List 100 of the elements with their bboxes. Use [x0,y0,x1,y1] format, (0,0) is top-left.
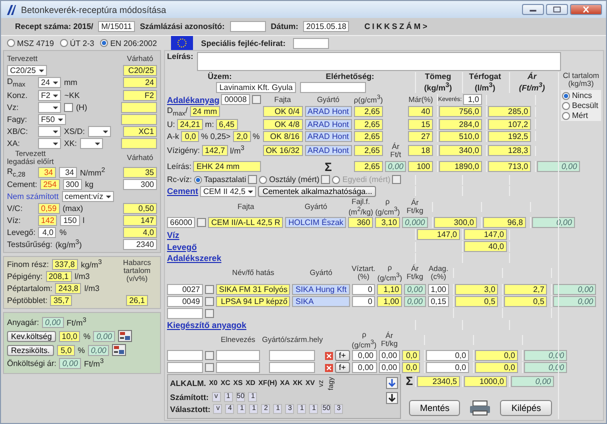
input-field[interactable] [216,350,260,362]
dropdown-field[interactable] [38,102,61,113]
input-field[interactable]: 0,00 [378,350,400,362]
radio-option[interactable]: Osztály (mért) [259,175,320,184]
input-field[interactable] [216,362,260,374]
input-field[interactable]: 150 [60,215,80,226]
input-field[interactable]: 0049 [167,296,203,307]
input-field[interactable] [269,362,316,374]
section-link[interactable]: Cement [167,186,198,196]
dropdown-field[interactable]: C20/25 [7,65,47,76]
input-field[interactable]: 0,0 [426,350,470,362]
input-field[interactable] [167,362,203,374]
small-button[interactable]: Rezsikölts. [7,344,54,356]
description-field[interactable] [197,52,561,71]
arrow-down-icon[interactable] [386,392,398,404]
input-field[interactable]: 1,0 [462,94,482,105]
input-field[interactable]: 300 [62,179,82,190]
price-field: 0,00 [59,358,81,370]
calculator-icon[interactable] [118,330,132,342]
dropdown-field[interactable]: 24 [38,77,61,88]
input-field[interactable]: 0,15 [428,296,450,307]
radio-option[interactable]: Mért [562,111,600,120]
input-field[interactable]: 1,00 [428,284,450,295]
input-field[interactable] [167,350,203,362]
small-button[interactable]: f+ [334,362,350,374]
value-field: OK 0/4 [262,106,303,118]
minimize-icon[interactable] [522,4,544,15]
manufacturer-field[interactable]: ARAD Hont [304,106,352,118]
input-field[interactable] [230,21,266,32]
dropdown-field[interactable] [38,126,61,137]
input-field[interactable]: 300 [123,179,157,190]
value-field: LPSA 94 LP képző [216,296,290,307]
value-field: 1,00 [377,296,402,307]
dropdown-field[interactable] [88,126,111,137]
action-button[interactable]: Kilépés [500,400,552,416]
value-field: 2,0 [232,130,251,142]
input-field[interactable]: 2015.05.18 [303,21,350,32]
input-field[interactable] [167,308,203,319]
value-field: 243,8 [55,283,82,294]
manufacturer-field[interactable]: ARAD Hont [304,130,352,142]
browse-button[interactable] [321,175,330,184]
input-field[interactable]: 0,00 [352,350,376,362]
mode-label[interactable]: Nem számított [7,192,59,202]
dropdown-field[interactable]: F50 [38,114,66,125]
input-field[interactable]: 0,0 [426,362,470,374]
input-field[interactable]: 0,00 [378,362,400,374]
value-field: C20/25 [123,65,157,76]
radio-option[interactable]: MSZ 4719 [7,38,54,48]
radio-option[interactable]: Tapasztalati [194,175,246,184]
value-field: 192,5 [488,130,532,142]
printer-icon[interactable] [468,400,492,416]
browse-button[interactable] [392,175,402,184]
section-link[interactable]: Kiegészítő anyagok [167,320,246,330]
input-field[interactable]: 0 [352,284,376,295]
section-link[interactable]: Víz [167,230,180,240]
input-field[interactable]: Lavinamix Kft. Gyula [216,82,296,93]
input-field[interactable]: 66000 [167,217,196,228]
browse-button[interactable] [248,175,258,184]
dropdown-field[interactable] [80,138,103,149]
browse-button[interactable] [252,95,261,104]
manufacturer-field[interactable]: ARAD Hont [304,118,352,130]
input-field[interactable]: 4,0 [38,227,56,238]
price-field: 0,00 [553,296,596,307]
input-field[interactable]: 0 [352,296,376,307]
input-field[interactable]: 0,00 [352,362,376,374]
small-button[interactable]: Kev.költség [7,330,56,342]
dropdown-field[interactable]: F2 [38,90,62,101]
input-field[interactable]: 2340 [123,239,157,250]
maximize-icon[interactable] [546,4,568,15]
action-button[interactable]: Mentés [408,400,460,416]
input-field[interactable]: 34 [59,166,77,178]
input-field[interactable]: 0027 [167,284,203,295]
input-field[interactable] [300,82,366,93]
calculator-icon[interactable] [112,344,126,356]
manufacturer-field[interactable]: HOLCIM Észak [285,217,346,228]
section-link[interactable]: Adalékszerek [167,253,222,264]
browse-button[interactable] [197,218,206,228]
dropdown-field[interactable]: CEM II 42,5 [200,186,256,197]
small-button[interactable]: Cementek alkalmazhatósága... [258,186,376,197]
small-button[interactable]: f+ [334,350,350,362]
checkbox[interactable] [64,102,73,112]
article-number-label[interactable]: CIKKSZÁM> [364,22,430,31]
section-link[interactable]: Adalékanyag [167,94,220,104]
radio-option[interactable]: ÚT 2-3 [60,38,94,48]
manufacturer-field[interactable]: SIKA Hung Kft [292,284,350,295]
dropdown-field[interactable] [38,138,61,149]
radio-option[interactable]: Nincs [562,91,600,100]
radio-option[interactable]: EN 206:2002 [100,38,157,48]
input-field[interactable] [269,350,316,362]
input-field[interactable]: 00008 [221,94,250,105]
section-link[interactable]: Levegő [167,242,197,252]
input-field[interactable] [293,38,330,48]
field-label: Önköltségi ár: [7,359,56,368]
close-icon[interactable] [570,4,602,15]
unit-label: % [83,332,90,341]
manufacturer-field[interactable]: SIKA [292,296,350,307]
manufacturer-field[interactable]: ARAD Hont [304,145,352,156]
input-field[interactable]: M/15011 [98,21,135,32]
dropdown-field[interactable]: cement:víz [62,191,114,202]
radio-option[interactable]: Becsült [562,101,600,110]
